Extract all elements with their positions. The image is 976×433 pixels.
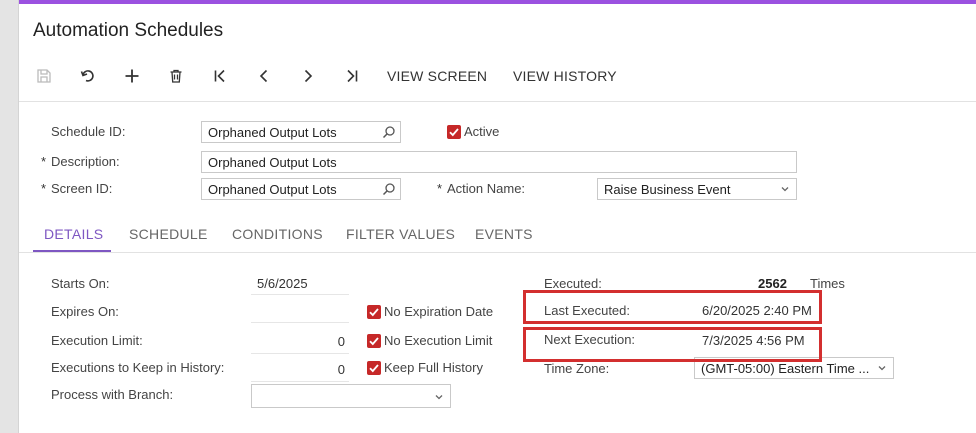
left-nav-edge: [0, 0, 19, 433]
save-icon: [37, 69, 51, 83]
tab-conditions[interactable]: CONDITIONS: [232, 226, 323, 242]
executions-to-keep-label: Executions to Keep in History:: [51, 360, 225, 375]
action-name-value: Raise Business Event: [604, 182, 731, 197]
checkmark-icon: [369, 364, 379, 373]
process-with-branch-select[interactable]: [251, 384, 451, 408]
description-value: Orphaned Output Lots: [208, 155, 337, 170]
page-title: Automation Schedules: [33, 20, 224, 41]
no-execution-limit-checkbox[interactable]: [367, 334, 381, 348]
executed-unit: Times: [810, 276, 845, 291]
execution-limit-underline: [251, 353, 349, 354]
no-expiration-date-checkbox[interactable]: [367, 305, 381, 319]
chevron-down-icon: [435, 395, 443, 400]
next-execution-highlight-box: [523, 327, 822, 362]
trash-icon: [170, 69, 182, 83]
screen-id-input[interactable]: Orphaned Output Lots: [201, 178, 401, 200]
main-panel: Automation Schedules VIEW SCREEN VIEW HI…: [19, 4, 976, 433]
checkmark-icon: [369, 308, 379, 317]
delete-button[interactable]: [165, 62, 187, 90]
keep-full-history-label: Keep Full History: [384, 360, 483, 375]
chevron-down-icon: [781, 187, 789, 192]
add-button[interactable]: [121, 62, 143, 90]
process-with-branch-label: Process with Branch:: [51, 387, 174, 402]
checkmark-icon: [369, 337, 379, 346]
tabs-divider: [19, 252, 976, 253]
no-execution-limit-label: No Execution Limit: [384, 333, 493, 348]
tab-details[interactable]: DETAILS: [44, 226, 103, 242]
last-record-button[interactable]: [341, 62, 363, 90]
starts-on-value[interactable]: 5/6/2025: [257, 276, 308, 291]
undo-icon: [80, 70, 94, 82]
active-checkbox[interactable]: [447, 125, 461, 139]
schedule-id-value: Orphaned Output Lots: [208, 125, 337, 140]
executions-to-keep-value[interactable]: 0: [251, 362, 345, 377]
chevron-right-icon: [304, 69, 313, 83]
executed-label: Executed:: [544, 276, 602, 291]
starts-on-underline: [251, 294, 349, 295]
search-icon[interactable]: [382, 125, 396, 139]
action-name-label: Action Name:: [437, 181, 525, 196]
chevron-left-icon: [259, 69, 268, 83]
screen-id-label: Screen ID:: [41, 181, 112, 196]
next-record-button[interactable]: [297, 62, 319, 90]
checkmark-icon: [449, 128, 459, 137]
tab-events[interactable]: EVENTS: [475, 226, 533, 242]
last-icon: [347, 69, 358, 83]
plus-icon: [125, 69, 139, 83]
schedule-id-input[interactable]: Orphaned Output Lots: [201, 121, 401, 143]
undo-button[interactable]: [77, 62, 99, 90]
save-button[interactable]: [33, 62, 55, 90]
tab-filter-values[interactable]: FILTER VALUES: [346, 226, 455, 242]
chevron-down-icon: [878, 366, 886, 371]
executions-to-keep-underline: [251, 381, 349, 382]
expires-on-underline: [251, 322, 349, 323]
view-history-button[interactable]: VIEW HISTORY: [513, 62, 617, 90]
tab-schedule[interactable]: SCHEDULE: [129, 226, 208, 242]
no-expiration-date-label: No Expiration Date: [384, 304, 494, 319]
description-label: Description:: [41, 154, 120, 169]
toolbar-divider: [19, 101, 976, 102]
schedule-id-label: Schedule ID:: [51, 124, 126, 139]
screen-id-value: Orphaned Output Lots: [208, 182, 337, 197]
view-screen-button[interactable]: VIEW SCREEN: [387, 62, 487, 90]
first-icon: [214, 69, 225, 83]
time-zone-value: (GMT-05:00) Eastern Time ...: [701, 361, 870, 376]
first-record-button[interactable]: [209, 62, 231, 90]
search-icon[interactable]: [382, 182, 396, 196]
expires-on-label: Expires On:: [51, 304, 119, 319]
keep-full-history-checkbox[interactable]: [367, 361, 381, 375]
time-zone-label: Time Zone:: [544, 361, 610, 376]
execution-limit-label: Execution Limit:: [51, 333, 143, 348]
execution-limit-value[interactable]: 0: [251, 334, 345, 349]
active-label: Active: [464, 124, 500, 139]
last-executed-highlight-box: [523, 290, 822, 324]
starts-on-label: Starts On:: [51, 276, 110, 291]
previous-record-button[interactable]: [253, 62, 275, 90]
executed-count: 2562: [758, 276, 787, 291]
action-name-select[interactable]: Raise Business Event: [597, 178, 797, 200]
description-input[interactable]: Orphaned Output Lots: [201, 151, 797, 173]
